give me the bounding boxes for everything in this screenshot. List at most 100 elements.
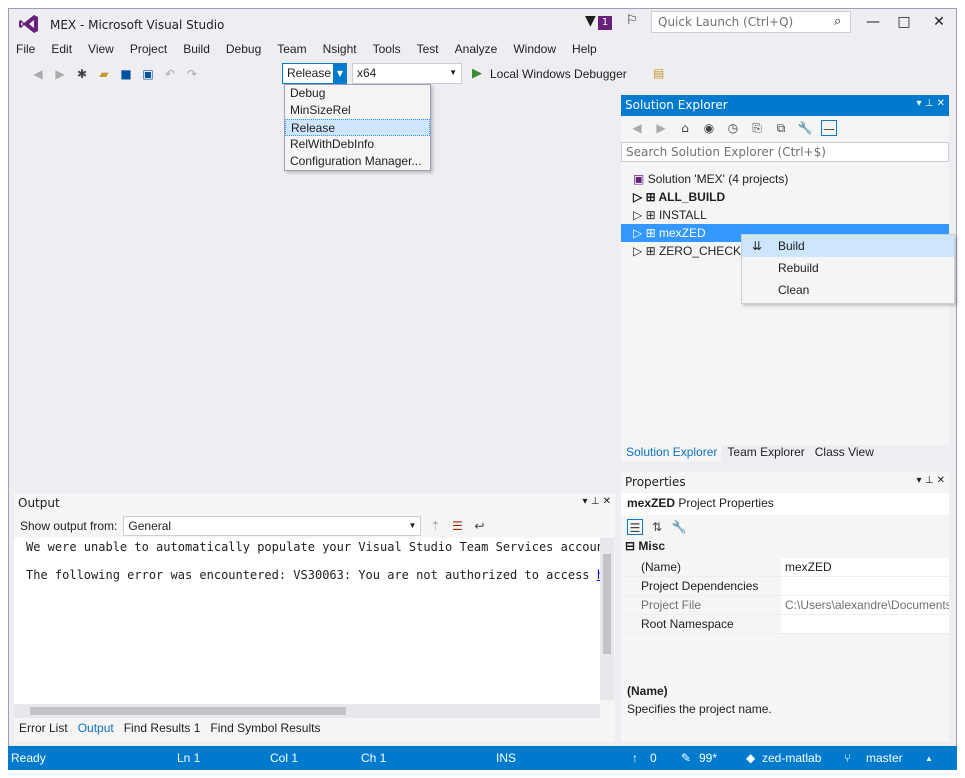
visual-studio-logo-icon xyxy=(19,15,38,33)
forward-icon[interactable]: ▶ xyxy=(52,66,68,82)
status-unpushed[interactable]: 0 xyxy=(650,751,657,765)
config-option-minsizerel[interactable]: MinSizeRel xyxy=(285,102,430,119)
menu-edit[interactable]: Edit xyxy=(43,40,80,60)
chevron-down-icon: ▼ xyxy=(449,68,457,77)
open-folder-icon[interactable]: ▰ xyxy=(96,66,112,82)
menu-nsight[interactable]: Nsight xyxy=(315,40,365,60)
sync-icon[interactable]: ⎘ xyxy=(749,120,765,136)
home-icon[interactable]: ⌂ xyxy=(677,120,693,136)
chevron-up-icon[interactable]: ▲ xyxy=(925,754,933,763)
property-row[interactable]: (Name) mexZED xyxy=(621,558,949,577)
output-hscrollbar[interactable] xyxy=(14,704,600,718)
redo-icon[interactable]: ↷ xyxy=(184,66,200,82)
menu-item-build[interactable]: ⇊ Build xyxy=(742,235,954,257)
project-node[interactable]: ▷ ⊞ INSTALL xyxy=(621,206,949,224)
filter-icon[interactable]: ▼ xyxy=(585,13,596,29)
category-misc[interactable]: ⊟ Misc xyxy=(621,539,949,558)
build-icon: ⇊ xyxy=(752,239,763,253)
clear-all-icon[interactable]: ☰ xyxy=(449,518,465,534)
menu-project[interactable]: Project xyxy=(122,40,175,60)
window-title: MEX - Microsoft Visual Studio xyxy=(50,18,225,32)
config-option-debug[interactable]: Debug xyxy=(285,85,430,102)
toolbar-extra-icon[interactable]: ▤ xyxy=(653,66,664,80)
tab-class-view[interactable]: Class View xyxy=(810,442,879,462)
output-source-select[interactable]: General ▼ xyxy=(123,516,422,536)
menu-file[interactable]: File xyxy=(8,40,43,60)
config-option-release[interactable]: Release xyxy=(285,119,430,136)
context-menu: ⇊ Build Rebuild Clean xyxy=(741,234,955,304)
project-node[interactable]: ▷ ⊞ ALL_BUILD xyxy=(621,188,949,206)
property-row[interactable]: Project Dependencies xyxy=(621,577,949,596)
categorized-icon[interactable]: ☰ xyxy=(627,519,643,535)
panel-title: Properties ▾ ⊥ ✕ xyxy=(625,475,945,489)
object-selector[interactable]: mexZED Project Properties xyxy=(621,493,949,515)
menu-test[interactable]: Test xyxy=(409,40,447,60)
tab-solution-explorer[interactable]: Solution Explorer xyxy=(621,442,723,462)
status-branch[interactable]: master xyxy=(866,751,903,765)
menu-item-clean[interactable]: Clean xyxy=(742,279,954,301)
menu-analyze[interactable]: Analyze xyxy=(447,40,506,60)
solution-search-input[interactable]: Search Solution Explorer (Ctrl+$) xyxy=(621,142,949,162)
status-column: Col 1 xyxy=(270,751,299,765)
menu-view[interactable]: View xyxy=(80,40,122,60)
platform-select[interactable]: x64 ▼ xyxy=(352,63,462,84)
forward-icon[interactable]: ▶ xyxy=(653,120,669,136)
back-icon[interactable]: ◀ xyxy=(30,66,46,82)
output-vscrollbar[interactable] xyxy=(600,538,614,700)
status-edits[interactable]: 99* xyxy=(699,751,717,765)
tab-team-explorer[interactable]: Team Explorer xyxy=(722,442,809,462)
menu-item-rebuild[interactable]: Rebuild xyxy=(742,257,954,279)
minimize-button[interactable]: — xyxy=(862,12,884,32)
menu-help[interactable]: Help xyxy=(564,40,605,60)
vs-switch-icon[interactable]: ◉ xyxy=(701,120,717,136)
maximize-button[interactable]: □ xyxy=(893,12,915,32)
tab-find-symbol-results[interactable]: Find Symbol Results xyxy=(205,718,325,738)
new-project-icon[interactable]: ✱ xyxy=(74,66,90,82)
close-button[interactable]: ✕ xyxy=(928,12,950,32)
debugger-button[interactable]: Local Windows Debugger xyxy=(490,67,627,81)
chevron-down-icon: ▼ xyxy=(408,521,417,530)
word-wrap-icon[interactable]: ↩ xyxy=(471,518,487,534)
description-title: (Name) xyxy=(627,684,668,698)
menu-debug[interactable]: Debug xyxy=(218,40,269,60)
property-row[interactable]: Project File C:\Users\alexandre\Documents xyxy=(621,596,949,615)
history-icon[interactable]: ◷ xyxy=(725,120,741,136)
project-icon: ⊞ xyxy=(645,244,656,258)
status-repo[interactable]: zed-matlab xyxy=(762,751,821,765)
tab-error-list[interactable]: Error List xyxy=(14,718,73,738)
search-icon: ⌕ xyxy=(834,14,842,29)
save-all-icon[interactable]: ▣ xyxy=(140,66,156,82)
notification-badge[interactable]: 1 xyxy=(598,16,612,30)
menu-tools[interactable]: Tools xyxy=(365,40,409,60)
tab-find-results-1[interactable]: Find Results 1 xyxy=(119,718,206,738)
properties-wrench-icon[interactable]: 🔧 xyxy=(797,120,813,136)
output-text: We were unable to automatically populate… xyxy=(14,538,600,706)
property-pages-icon[interactable]: 🔧 xyxy=(671,519,687,535)
preview-icon[interactable]: — xyxy=(821,120,837,136)
start-debug-icon[interactable]: ▶ xyxy=(472,66,482,81)
solution-node[interactable]: ▣ Solution 'MEX' (4 projects) xyxy=(621,170,949,188)
config-option-relwithdebinfo[interactable]: RelWithDebInfo xyxy=(285,136,430,153)
menu-build[interactable]: Build xyxy=(175,40,218,60)
alphabetical-icon[interactable]: ⇅ xyxy=(649,519,665,535)
find-message-icon[interactable]: ⇡ xyxy=(427,518,443,534)
menu-window[interactable]: Window xyxy=(505,40,564,60)
panel-title: Solution Explorer ▾ ⊥ ✕ xyxy=(621,95,949,116)
platform-value: x64 xyxy=(357,66,377,80)
undo-icon[interactable]: ↶ xyxy=(162,66,178,82)
tab-output[interactable]: Output xyxy=(72,718,119,738)
status-ins: INS xyxy=(496,751,517,765)
save-icon[interactable]: ■ xyxy=(118,66,134,82)
chevron-down-icon[interactable]: ▼ xyxy=(333,64,347,83)
config-value: Release xyxy=(287,66,332,80)
config-option-manager[interactable]: Configuration Manager... xyxy=(285,153,430,170)
property-row[interactable]: Root Namespace xyxy=(621,615,949,634)
back-icon[interactable]: ◀ xyxy=(629,120,645,136)
feedback-icon[interactable]: ⚐ xyxy=(626,13,638,28)
show-output-label: Show output from: xyxy=(20,519,118,533)
bottom-tabs: Error List Output Find Results 1 Find Symbo… xyxy=(14,718,325,738)
collapse-icon[interactable]: ⧉ xyxy=(773,120,789,136)
menu-team[interactable]: Team xyxy=(269,40,314,60)
quick-launch-input[interactable]: Quick Launch (Ctrl+Q) xyxy=(651,11,851,33)
status-char: Ch 1 xyxy=(361,751,387,765)
